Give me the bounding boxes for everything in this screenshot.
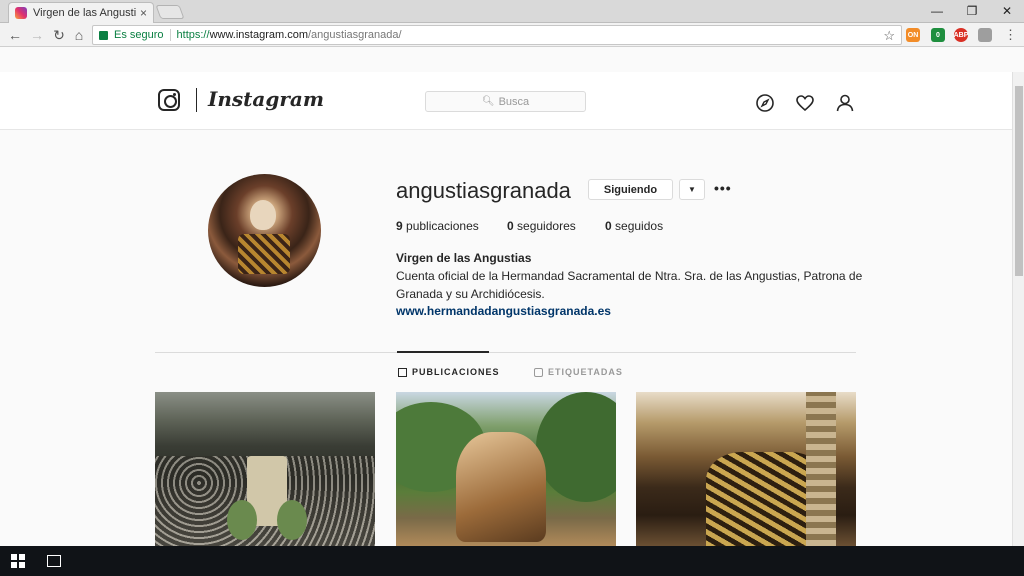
- explore-compass-icon[interactable]: [755, 93, 775, 113]
- browser-menu-icon[interactable]: ⋮: [1004, 27, 1017, 43]
- grid-icon: [398, 367, 407, 377]
- reload-icon[interactable]: ↻: [50, 26, 68, 44]
- restore-icon[interactable]: ❐: [955, 0, 989, 22]
- following-label: seguidos: [615, 219, 664, 233]
- profile-username: angustiasgranada: [396, 178, 571, 203]
- header-divider: [196, 88, 197, 112]
- secure-label: Es seguro: [114, 29, 164, 41]
- extension-orange-icon[interactable]: ON: [906, 28, 920, 42]
- profile-full-name: Virgen de las Angustias: [396, 251, 532, 265]
- bookmark-star-icon[interactable]: ☆: [883, 28, 895, 44]
- new-tab-button[interactable]: [155, 5, 185, 19]
- post-1-tree-right: [277, 500, 307, 540]
- tab-tagged-label: ETIQUETADAS: [548, 367, 623, 377]
- tab-close-icon[interactable]: ×: [140, 6, 147, 20]
- back-arrow-icon[interactable]: ←: [6, 26, 24, 44]
- post-2-foliage-right: [536, 392, 616, 502]
- profile-avatar[interactable]: [208, 174, 321, 287]
- browser-toolbar: ← → ↻ ⌂ Es seguro https://www.instagram.…: [0, 23, 1024, 47]
- post-2-statue: [456, 432, 546, 542]
- forward-arrow-icon[interactable]: →: [28, 26, 46, 44]
- tabs-divider: [155, 352, 856, 353]
- windows-start-icon[interactable]: [11, 554, 25, 568]
- search-icon: 🔍︎: [481, 96, 495, 107]
- windows-taskbar: [0, 546, 1024, 576]
- page-scrollbar[interactable]: [1012, 72, 1024, 546]
- url-path: /angustiasgranada/: [307, 29, 402, 41]
- post-thumbnail-3[interactable]: [636, 392, 856, 546]
- instagram-header: Instagram 🔍︎ Busca: [0, 72, 1012, 130]
- browser-tabstrip: Virgen de las Angustias ( × — ❐ ✕: [0, 0, 1024, 23]
- minimize-icon[interactable]: —: [920, 0, 954, 22]
- extension-gray-icon[interactable]: [978, 28, 992, 42]
- posts-count: 9: [396, 219, 403, 233]
- profile-person-icon[interactable]: [835, 93, 855, 113]
- extension-green-icon[interactable]: 0: [931, 28, 945, 42]
- following-stat[interactable]: 0 seguidos: [605, 219, 663, 233]
- avatar-face: [250, 200, 276, 230]
- tab-posts[interactable]: PUBLICACIONES: [398, 367, 500, 377]
- post-3-column: [806, 392, 836, 546]
- tagged-person-icon: [534, 367, 543, 377]
- instagram-wordmark[interactable]: Instagram: [208, 87, 324, 111]
- url-host: www.instagram.com: [209, 29, 308, 41]
- browser-tab-active[interactable]: Virgen de las Angustias ( ×: [8, 2, 154, 23]
- profile-bio: Cuenta oficial de la Hermandad Sacrament…: [396, 269, 863, 301]
- profile-website-link[interactable]: www.hermandadangustiasgranada.es: [396, 304, 611, 318]
- posts-label: publicaciones: [406, 219, 479, 233]
- tab-title: Virgen de las Angustias (: [33, 7, 136, 19]
- instagram-camera-icon[interactable]: [158, 89, 180, 111]
- omnibox-divider: [169, 29, 171, 41]
- following-count: 0: [605, 219, 612, 233]
- following-button[interactable]: Siguiendo: [588, 179, 673, 200]
- search-placeholder: Busca: [498, 95, 530, 108]
- search-input[interactable]: 🔍︎ Busca: [425, 91, 586, 112]
- adblock-icon[interactable]: ABP: [954, 28, 968, 42]
- home-icon[interactable]: ⌂: [70, 26, 88, 44]
- avatar-mantle: [238, 234, 290, 274]
- followers-label: seguidores: [517, 219, 576, 233]
- active-tab-indicator: [397, 351, 489, 353]
- followers-count: 0: [507, 219, 514, 233]
- activity-heart-icon[interactable]: [795, 93, 815, 113]
- url-scheme: https://: [176, 29, 210, 41]
- address-bar[interactable]: Es seguro https://www.instagram.com/angu…: [92, 25, 902, 45]
- task-view-icon[interactable]: [47, 555, 61, 567]
- post-thumbnail-1[interactable]: [155, 392, 375, 546]
- scrollbar-thumb[interactable]: [1015, 86, 1023, 276]
- post-1-tree-left: [227, 500, 257, 540]
- close-window-icon[interactable]: ✕: [990, 0, 1024, 22]
- tab-tagged[interactable]: ETIQUETADAS: [534, 367, 623, 377]
- posts-stat: 9 publicaciones: [396, 219, 479, 233]
- tab-posts-label: PUBLICACIONES: [412, 367, 500, 377]
- more-options-icon[interactable]: •••: [714, 180, 732, 196]
- followers-stat[interactable]: 0 seguidores: [507, 219, 576, 233]
- lock-icon: [99, 30, 108, 40]
- suggestions-dropdown-button[interactable]: ▼: [679, 179, 705, 200]
- post-thumbnail-2[interactable]: [396, 392, 616, 546]
- instagram-favicon-icon: [15, 7, 27, 19]
